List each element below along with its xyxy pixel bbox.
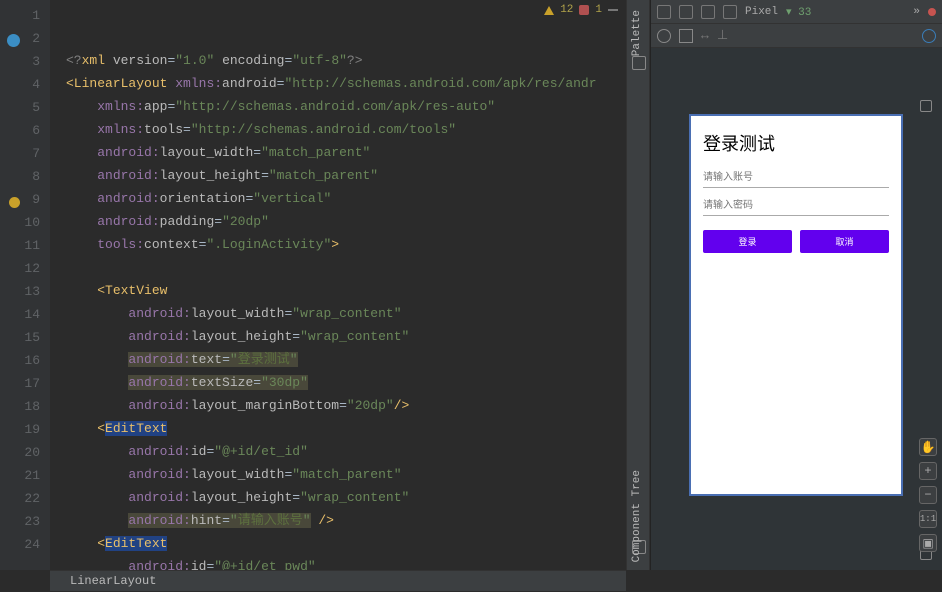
code-line[interactable]: android:layout_marginBottom="20dp"/> — [66, 394, 626, 417]
pan-icon[interactable]: ✋ — [919, 438, 937, 456]
line-number: 9 — [0, 188, 50, 211]
issue-indicator-icon[interactable] — [928, 8, 936, 16]
code-line[interactable]: android:id="@+id/et_id" — [66, 440, 626, 463]
code-line[interactable]: android:padding="20dp" — [66, 210, 626, 233]
design-toolbar-top: Pixel ▾ 33 » — [651, 0, 942, 24]
class-gutter-icon — [6, 32, 20, 46]
view-options-icon[interactable] — [920, 100, 932, 112]
xml-code-editor[interactable]: 123456789101112131415161718192021222324 … — [0, 0, 626, 570]
help-icon[interactable] — [922, 29, 936, 43]
preview-input-id[interactable] — [703, 168, 889, 188]
code-line[interactable]: <TextView — [66, 279, 626, 302]
device-frame[interactable]: 登录测试 登录 取消 — [689, 114, 903, 496]
code-line[interactable]: android:layout_height="match_parent" — [66, 164, 626, 187]
preview-cancel-button[interactable]: 取消 — [800, 230, 889, 253]
line-number: 4 — [0, 73, 50, 96]
code-line[interactable]: android:id="@+id/et_pwd" — [66, 555, 626, 570]
line-number: 7 — [0, 142, 50, 165]
api-level-selector[interactable]: ▾ 33 — [786, 5, 811, 19]
design-toolbar-view: ↔ ⊥ — [651, 24, 942, 48]
zoom-reset-button[interactable]: 1:1 — [919, 510, 937, 528]
warning-count: 12 — [560, 4, 573, 16]
code-line[interactable]: android:text="登录测试" — [66, 348, 626, 371]
tool-window-strip: Palette Component Tree — [626, 0, 650, 570]
line-number: 17 — [0, 372, 50, 395]
layers-icon[interactable] — [657, 5, 671, 19]
line-number: 24 — [0, 533, 50, 556]
line-number: 6 — [0, 119, 50, 142]
code-line[interactable]: android:layout_width="wrap_content" — [66, 302, 626, 325]
code-line[interactable]: android:textSize="30dp" — [66, 371, 626, 394]
intention-bulb-icon[interactable] — [6, 193, 20, 207]
code-line[interactable]: android:orientation="vertical" — [66, 187, 626, 210]
inspection-menu-icon[interactable] — [608, 9, 618, 11]
line-number: 2 — [0, 27, 50, 50]
view-mode-icon[interactable] — [657, 29, 671, 43]
code-line[interactable]: android:hint="请输入账号" /> — [66, 509, 626, 532]
layout-preview-pane: Pixel ▾ 33 » ↔ ⊥ 登录测试 登录 取消 ✋ + − 1:1 ▣ — [650, 0, 942, 570]
code-line[interactable]: tools:context=".LoginActivity"> — [66, 233, 626, 256]
palette-tool-icon[interactable] — [632, 56, 646, 70]
code-line[interactable] — [66, 256, 626, 279]
split-view-icon[interactable] — [679, 29, 693, 43]
line-number: 18 — [0, 395, 50, 418]
device-selector[interactable]: Pixel — [745, 6, 778, 18]
zoom-in-button[interactable]: + — [919, 462, 937, 480]
line-number: 13 — [0, 280, 50, 303]
orientation-icon[interactable] — [679, 5, 693, 19]
line-number: 19 — [0, 418, 50, 441]
component-tree-tool-label[interactable]: Component Tree — [631, 470, 643, 562]
device-icon[interactable] — [723, 5, 737, 19]
preview-login-button[interactable]: 登录 — [703, 230, 792, 253]
palette-tool-label[interactable]: Palette — [631, 10, 643, 56]
line-number: 21 — [0, 464, 50, 487]
zoom-controls: ✋ + − 1:1 ▣ — [918, 438, 938, 552]
line-number: 1 — [0, 4, 50, 27]
code-line[interactable]: android:layout_width="match_parent" — [66, 141, 626, 164]
preview-input-pwd[interactable] — [703, 196, 889, 216]
line-number: 16 — [0, 349, 50, 372]
line-number: 3 — [0, 50, 50, 73]
code-area[interactable]: 12 1 <?xml version="1.0" encoding="utf-8… — [50, 0, 626, 570]
warning-icon — [544, 6, 554, 15]
breadcrumb-root[interactable]: LinearLayout — [70, 574, 156, 588]
code-line[interactable]: android:layout_height="wrap_content" — [66, 325, 626, 348]
code-line[interactable]: android:layout_height="wrap_content" — [66, 486, 626, 509]
line-number-gutter: 123456789101112131415161718192021222324 — [0, 0, 50, 570]
line-number: 15 — [0, 326, 50, 349]
code-line[interactable]: <EditText — [66, 417, 626, 440]
breadcrumb[interactable]: LinearLayout — [50, 570, 626, 591]
code-line[interactable]: <LinearLayout xmlns:android="http://sche… — [66, 72, 626, 95]
line-number: 14 — [0, 303, 50, 326]
line-number: 8 — [0, 165, 50, 188]
line-number: 11 — [0, 234, 50, 257]
line-number: 5 — [0, 96, 50, 119]
error-count: 1 — [595, 4, 602, 16]
night-mode-icon[interactable] — [701, 5, 715, 19]
line-number: 10 — [0, 211, 50, 234]
zoom-fit-button[interactable]: ▣ — [919, 534, 937, 552]
line-number: 23 — [0, 510, 50, 533]
line-number: 22 — [0, 487, 50, 510]
line-number: 20 — [0, 441, 50, 464]
error-icon — [579, 5, 589, 15]
code-line[interactable]: android:layout_width="match_parent" — [66, 463, 626, 486]
code-line[interactable]: <EditText — [66, 532, 626, 555]
code-line[interactable]: <?xml version="1.0" encoding="utf-8"?> — [66, 49, 626, 72]
preview-title: 登录测试 — [703, 130, 889, 156]
code-line[interactable]: xmlns:app="http://schemas.android.com/ap… — [66, 95, 626, 118]
zoom-out-button[interactable]: − — [919, 486, 937, 504]
code-line[interactable]: xmlns:tools="http://schemas.android.com/… — [66, 118, 626, 141]
inspection-summary[interactable]: 12 1 — [544, 4, 618, 16]
line-number: 12 — [0, 257, 50, 280]
